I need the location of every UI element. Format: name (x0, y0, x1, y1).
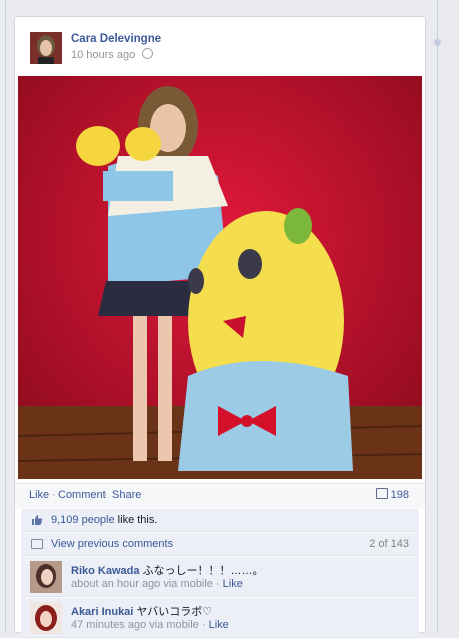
author-avatar[interactable] (30, 32, 62, 64)
comments-pagination: 2 of 143 (369, 538, 409, 550)
post-timestamp[interactable]: 10 hours ago (71, 49, 135, 61)
comment-meta: 47 minutes ago via mobile · Like (71, 619, 229, 631)
commenter-name[interactable]: Akari Inukai (71, 606, 133, 618)
comment-like-link[interactable]: Like (209, 619, 229, 631)
timeline-rail-left (5, 0, 6, 633)
post-action-bar: Like · Comment · Share 198 (15, 483, 425, 508)
previous-comments-bar: View previous comments 2 of 143 (21, 533, 419, 556)
comment-timestamp: 47 minutes ago via mobile · (71, 619, 209, 631)
comment-timestamp: about an hour ago via mobile · (71, 578, 223, 590)
timeline-dot (434, 39, 441, 46)
comment-author: Riko Kawada ふなっしー！！！……。 (71, 562, 264, 578)
author-name[interactable]: Cara Delevingne (71, 33, 161, 45)
likes-summary: 9,109 people like this. (21, 509, 419, 532)
comment-count[interactable]: 198 (391, 489, 409, 501)
view-previous-comments-link[interactable]: View previous comments (51, 538, 173, 550)
post-meta: 10 hours ago (71, 48, 154, 61)
comment-item: Riko Kawada ふなっしー！！！……。 about an hour ag… (21, 557, 419, 597)
commenter-avatar[interactable] (30, 602, 62, 634)
comment-item: Akari Inukai ヤバいコラボ♡ 47 minutes ago via … (21, 598, 419, 638)
post-card: Cara Delevingne 10 hours ago Like · Comm… (14, 16, 426, 638)
thumbs-up-icon (32, 515, 43, 525)
commenter-name[interactable]: Riko Kawada (71, 565, 139, 577)
comment-author: Akari Inukai ヤバいコラボ♡ (71, 603, 212, 619)
globe-icon (142, 48, 154, 59)
comment-like-link[interactable]: Like (223, 578, 243, 590)
comment-meta: about an hour ago via mobile · Like (71, 578, 243, 590)
comment-text: ふなっしー！！！……。 (142, 565, 264, 577)
separator: · (52, 489, 56, 501)
commenter-avatar[interactable] (30, 561, 62, 593)
comment-icon (376, 488, 388, 499)
like-link[interactable]: Like (29, 489, 49, 501)
share-link[interactable]: Share (112, 489, 141, 501)
timeline-rail (437, 0, 438, 633)
comment-link[interactable]: Comment (58, 489, 106, 501)
post-photo[interactable] (18, 76, 422, 479)
likes-text: 9,109 people like this. (51, 514, 157, 526)
separator: · (104, 489, 108, 501)
likes-count-link[interactable]: 9,109 people (51, 514, 115, 526)
likes-suffix: like this. (114, 514, 158, 526)
comment-text: ヤバいコラボ♡ (136, 606, 213, 618)
comment-bubble-icon (31, 539, 43, 549)
